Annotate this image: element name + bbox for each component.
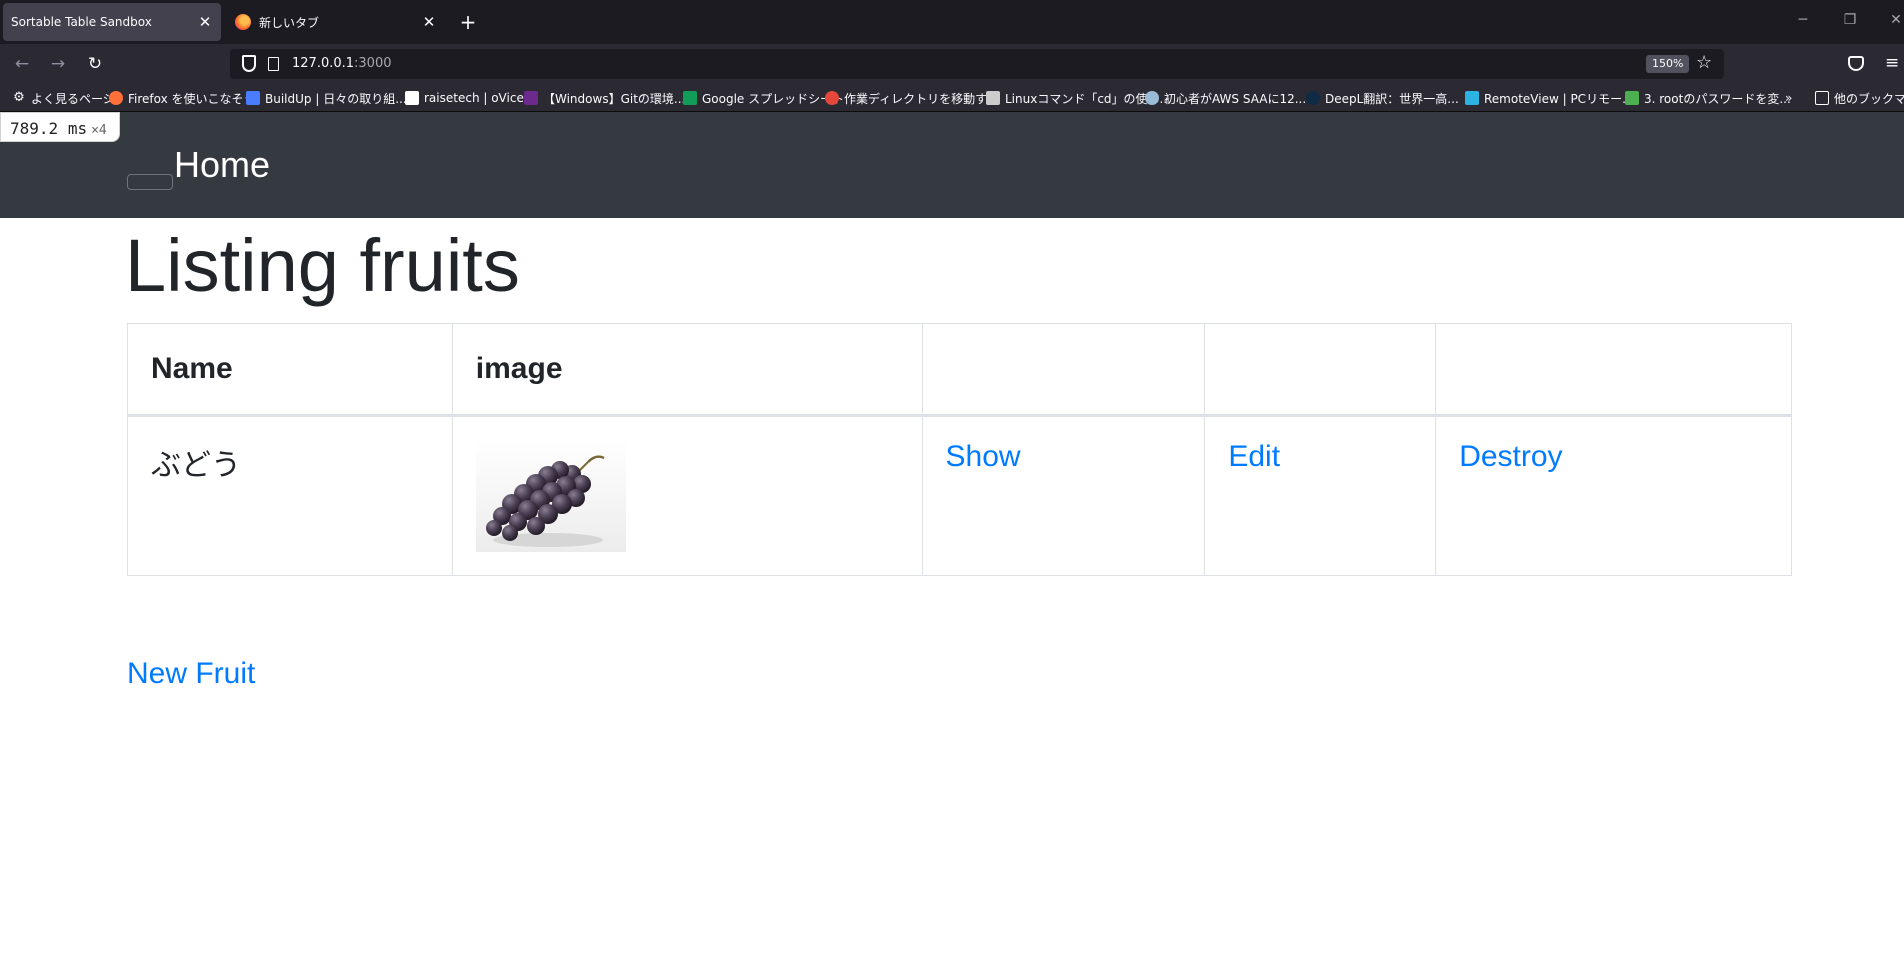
column-header-name: Name bbox=[127, 323, 453, 417]
timing-value: 789.2 bbox=[10, 119, 59, 138]
deepl-icon bbox=[1306, 91, 1320, 105]
column-header-show bbox=[921, 323, 1206, 417]
bookmark-item[interactable]: Linuxコマンド「cd」の使い... bbox=[986, 89, 1171, 107]
timing-unit: ms bbox=[67, 119, 88, 138]
page-icon bbox=[268, 57, 279, 71]
firefox-icon bbox=[235, 14, 251, 30]
gear-icon: ⚙ bbox=[13, 90, 25, 105]
url-port: :3000 bbox=[354, 56, 392, 71]
bookmark-label: DeepL翻訳：世界一高... bbox=[1325, 91, 1459, 106]
reload-icon[interactable]: ↻ bbox=[83, 52, 107, 76]
sheets-icon bbox=[683, 91, 697, 105]
minimize-icon[interactable]: ─ bbox=[1793, 12, 1813, 28]
bookmark-item[interactable]: Google スプレッドシート bbox=[683, 89, 844, 107]
bookmark-label: 作業ディレクトリを移動す... bbox=[844, 91, 999, 106]
page-title: Listing fruits bbox=[125, 224, 520, 307]
bookmark-label: 3. rootのパスワードを変... bbox=[1644, 91, 1791, 106]
bookmark-item[interactable]: raisetech | oVice bbox=[405, 89, 524, 107]
close-icon[interactable]: ✕ bbox=[197, 13, 213, 31]
fruits-table: Name image ぶどう Show Edit Destroy bbox=[127, 323, 1792, 576]
bookmark-label: よく見るページ bbox=[31, 91, 115, 106]
bookmark-label: 【Windows】Gitの環境... bbox=[543, 91, 686, 106]
bookmark-item[interactable]: BuildUp | 日々の取り組... bbox=[246, 89, 407, 107]
tab-title: Sortable Table Sandbox bbox=[11, 15, 152, 29]
bookmark-item[interactable]: 初心者がAWS SAAに12... bbox=[1145, 89, 1306, 107]
bookmark-label: Firefox を使いこなそう bbox=[128, 91, 256, 106]
other-bookmarks[interactable]: 他のブックマーク bbox=[1815, 89, 1904, 107]
bookmark-label: raisetech | oVice bbox=[424, 91, 524, 105]
bookmark-item[interactable]: 作業ディレクトリを移動す... bbox=[825, 89, 999, 107]
remoteview-icon bbox=[1465, 91, 1479, 105]
navbar-brand-home[interactable]: Home bbox=[174, 144, 270, 186]
close-icon[interactable]: ✕ bbox=[421, 13, 437, 31]
close-window-icon[interactable]: ✕ bbox=[1886, 12, 1904, 28]
bookmark-label: RemoteView | PCリモー... bbox=[1484, 91, 1634, 106]
bookmarks-toolbar: ⚙ よく見るページ Firefox を使いこなそう BuildUp | 日々の取り… bbox=[0, 84, 1904, 112]
bookmark-item[interactable]: Firefox を使いこなそう bbox=[109, 89, 256, 107]
forward-arrow-icon[interactable]: → bbox=[46, 52, 70, 76]
edit-cell: Edit bbox=[1204, 415, 1437, 576]
bookmark-item[interactable]: 【Windows】Gitの環境... bbox=[524, 89, 685, 107]
bookmark-label: 他のブックマーク bbox=[1834, 91, 1904, 106]
table-row: ぶどう Show Edit Destroy bbox=[127, 415, 1792, 576]
url-bar[interactable]: 127.0.0.1:3000 150% ☆ bbox=[230, 49, 1724, 79]
browser-tabstrip: Sortable Table Sandbox ✕ 新しいタブ ✕ + ─ ❐ ✕ bbox=[0, 0, 1904, 44]
timing-multiplier: ×4 bbox=[91, 123, 107, 138]
buildup-icon bbox=[246, 91, 260, 105]
site-icon bbox=[524, 91, 538, 105]
folder-icon bbox=[1815, 91, 1829, 105]
navbar-toggler-button[interactable] bbox=[127, 174, 173, 190]
new-fruit-link[interactable]: New Fruit bbox=[127, 657, 255, 691]
grape-image bbox=[475, 440, 626, 552]
edit-link[interactable]: Edit bbox=[1228, 440, 1280, 473]
new-tab-button[interactable]: + bbox=[456, 10, 480, 34]
site-navbar bbox=[0, 112, 1904, 218]
url-text[interactable]: 127.0.0.1:3000 bbox=[292, 56, 392, 71]
back-arrow-icon[interactable]: ← bbox=[10, 52, 34, 76]
firefox-icon bbox=[109, 91, 123, 105]
bookmark-overflow-icon[interactable]: » bbox=[1785, 89, 1792, 107]
pocket-icon[interactable] bbox=[1848, 56, 1864, 71]
site-icon bbox=[1625, 91, 1639, 105]
wordpress-icon bbox=[1145, 91, 1159, 105]
bookmark-label: BuildUp | 日々の取り組... bbox=[265, 91, 407, 106]
fruit-name-cell: ぶどう bbox=[127, 415, 453, 576]
tab-sortable-table-sandbox[interactable]: Sortable Table Sandbox ✕ bbox=[3, 3, 221, 41]
show-cell: Show bbox=[921, 415, 1206, 576]
bookmark-item[interactable]: DeepL翻訳：世界一高... bbox=[1306, 89, 1459, 107]
tab-title: 新しいタブ bbox=[259, 15, 320, 30]
table-header-row: Name image bbox=[127, 323, 1792, 417]
destroy-cell: Destroy bbox=[1435, 415, 1792, 576]
bookmark-label: 初心者がAWS SAAに12... bbox=[1164, 91, 1307, 106]
ovice-icon bbox=[405, 91, 419, 105]
render-timing-badge: 789.2 ms ×4 bbox=[0, 112, 120, 142]
site-icon bbox=[986, 91, 1000, 105]
fruit-image-cell bbox=[451, 415, 923, 576]
bookmark-item[interactable]: 3. rootのパスワードを変... bbox=[1625, 89, 1791, 107]
shield-icon[interactable] bbox=[242, 55, 256, 72]
hamburger-menu-icon[interactable]: ≡ bbox=[1885, 53, 1899, 73]
browser-navbar: ← → ↻ 127.0.0.1:3000 150% ☆ ≡ bbox=[0, 44, 1904, 84]
star-icon[interactable]: ☆ bbox=[1696, 52, 1712, 73]
destroy-link[interactable]: Destroy bbox=[1459, 440, 1562, 473]
restore-icon[interactable]: ❐ bbox=[1840, 12, 1860, 28]
bookmark-item[interactable]: RemoteView | PCリモー... bbox=[1465, 89, 1634, 107]
column-header-destroy bbox=[1435, 323, 1792, 417]
column-header-image: image bbox=[451, 323, 923, 417]
tab-new-tab[interactable]: 新しいタブ ✕ bbox=[227, 3, 445, 41]
bookmark-item[interactable]: ⚙ よく見るページ bbox=[12, 89, 115, 107]
show-link[interactable]: Show bbox=[946, 440, 1021, 473]
bookmark-label: Google スプレッドシート bbox=[702, 91, 845, 106]
zoom-indicator[interactable]: 150% bbox=[1646, 55, 1690, 73]
site-icon bbox=[825, 91, 839, 105]
url-host: 127.0.0.1 bbox=[292, 56, 355, 71]
column-header-edit bbox=[1204, 323, 1437, 417]
